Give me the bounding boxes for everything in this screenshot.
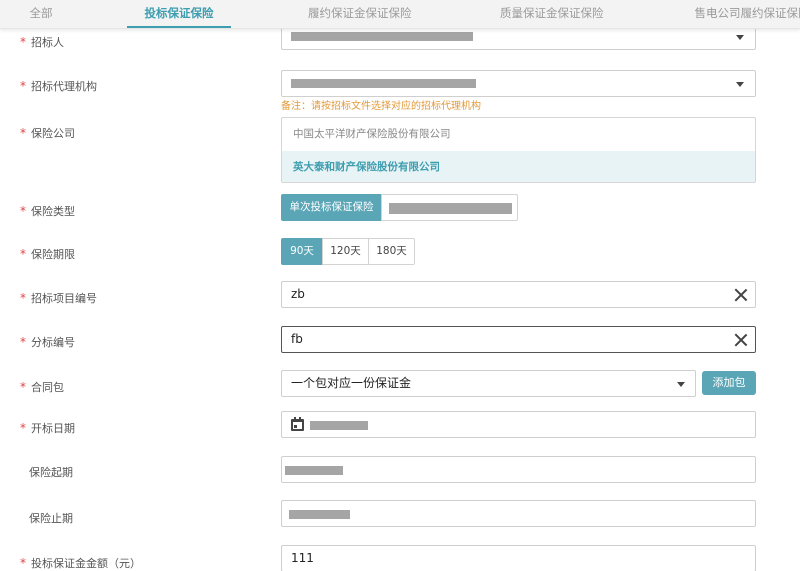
contract-package-value: 一个包对应一份保证金	[291, 376, 412, 390]
required-mark: *	[20, 79, 26, 93]
close-icon[interactable]	[734, 333, 748, 347]
contract-package-label: * 合同包	[20, 379, 64, 395]
tenderer-label-text: 招标人	[31, 36, 64, 49]
tab-all[interactable]: 全部	[26, 0, 56, 29]
redacted-start-date	[285, 466, 343, 475]
bid-bond-amount-label-text: 投标保证金金额（元）	[31, 557, 141, 570]
insurance-period-label: * 保险期限	[20, 246, 75, 262]
tab-bid-bond-insurance[interactable]: 投标保证保险	[127, 0, 231, 29]
insurance-type-tabs: 全部 投标保证保险 履约保证金保证保险 质量保证金保证保险 售电公司履约保证保险	[0, 0, 800, 29]
required-mark: *	[20, 380, 26, 394]
end-date-label: 保险止期	[29, 512, 73, 525]
start-date-input[interactable]	[281, 456, 756, 483]
insurer-label-text: 保险公司	[31, 127, 75, 140]
contract-package-label-text: 合同包	[31, 381, 64, 394]
contract-package-select[interactable]: 一个包对应一份保证金	[281, 370, 696, 397]
section-no-input[interactable]: fb	[281, 326, 756, 353]
add-package-button[interactable]: 添加包	[702, 371, 756, 395]
insurer-list: 中国太平洋财产保险股份有限公司 英大泰和财产保险股份有限公司	[281, 117, 756, 183]
required-mark: *	[20, 291, 26, 305]
insurer-option-selected[interactable]: 英大泰和财产保险股份有限公司	[282, 151, 755, 182]
redacted-agency-value	[291, 79, 476, 88]
section-no-label: * 分标编号	[20, 334, 75, 350]
project-no-label: * 招标项目编号	[20, 290, 97, 306]
required-mark: *	[20, 35, 26, 49]
calendar-icon[interactable]	[291, 417, 304, 431]
required-mark: *	[20, 247, 26, 261]
close-icon[interactable]	[734, 288, 748, 302]
agency-select[interactable]	[281, 70, 756, 97]
tab-performance-bond-insurance[interactable]: 履约保证金保证保险	[308, 0, 412, 29]
bid-open-date-label: * 开标日期	[20, 420, 75, 436]
bid-open-date-input[interactable]	[281, 411, 756, 438]
agency-label-text: 招标代理机构	[31, 80, 97, 93]
required-mark: *	[20, 204, 26, 218]
bid-bond-amount-input[interactable]: 111	[281, 545, 756, 571]
insurance-type-label-text: 保险类型	[31, 205, 75, 218]
agency-label: * 招标代理机构	[20, 78, 97, 94]
project-no-value: zb	[291, 287, 305, 301]
insurance-period-label-text: 保险期限	[31, 248, 75, 261]
tenderer-label: * 招标人	[20, 34, 64, 50]
redacted-tenderer-value	[291, 32, 473, 41]
required-mark: *	[20, 126, 26, 140]
insurance-type-single-button[interactable]: 单次投标保证保险	[281, 194, 382, 221]
period-180-days-button[interactable]: 180天	[368, 238, 415, 265]
section-no-label-text: 分标编号	[31, 336, 75, 349]
period-90-days-button[interactable]: 90天	[281, 238, 323, 265]
project-no-label-text: 招标项目编号	[31, 292, 97, 305]
caret-down-icon	[736, 82, 744, 87]
bid-bond-amount-label: * 投标保证金金额（元）	[20, 555, 141, 571]
tab-quality-bond-insurance[interactable]: 质量保证金保证保险	[500, 0, 604, 29]
insurance-type-option-button[interactable]	[381, 194, 518, 221]
period-120-days-button[interactable]: 120天	[322, 238, 369, 265]
project-no-input[interactable]: zb	[281, 281, 756, 308]
required-mark: *	[20, 556, 26, 570]
end-date-input[interactable]	[281, 500, 756, 527]
insurance-type-label: * 保险类型	[20, 203, 75, 219]
caret-down-icon	[677, 382, 685, 387]
active-tab-indicator	[127, 26, 231, 28]
insurer-option[interactable]: 中国太平洋财产保险股份有限公司	[282, 118, 755, 151]
bid-open-date-label-text: 开标日期	[31, 422, 75, 435]
required-mark: *	[20, 421, 26, 435]
insurer-label: * 保险公司	[20, 125, 75, 141]
agency-note: 备注：请按招标文件选择对应的招标代理机构	[281, 101, 481, 112]
section-no-value: fb	[291, 332, 303, 346]
caret-down-icon	[736, 35, 744, 40]
start-date-label: 保险起期	[29, 466, 73, 479]
redacted-end-date	[289, 510, 350, 519]
required-mark: *	[20, 335, 26, 349]
bid-bond-amount-value: 111	[291, 551, 314, 565]
redacted-insurance-type-option	[389, 203, 512, 214]
tab-power-company-performance-insurance[interactable]: 售电公司履约保证保险	[692, 0, 800, 29]
redacted-bid-open-date	[310, 421, 368, 430]
